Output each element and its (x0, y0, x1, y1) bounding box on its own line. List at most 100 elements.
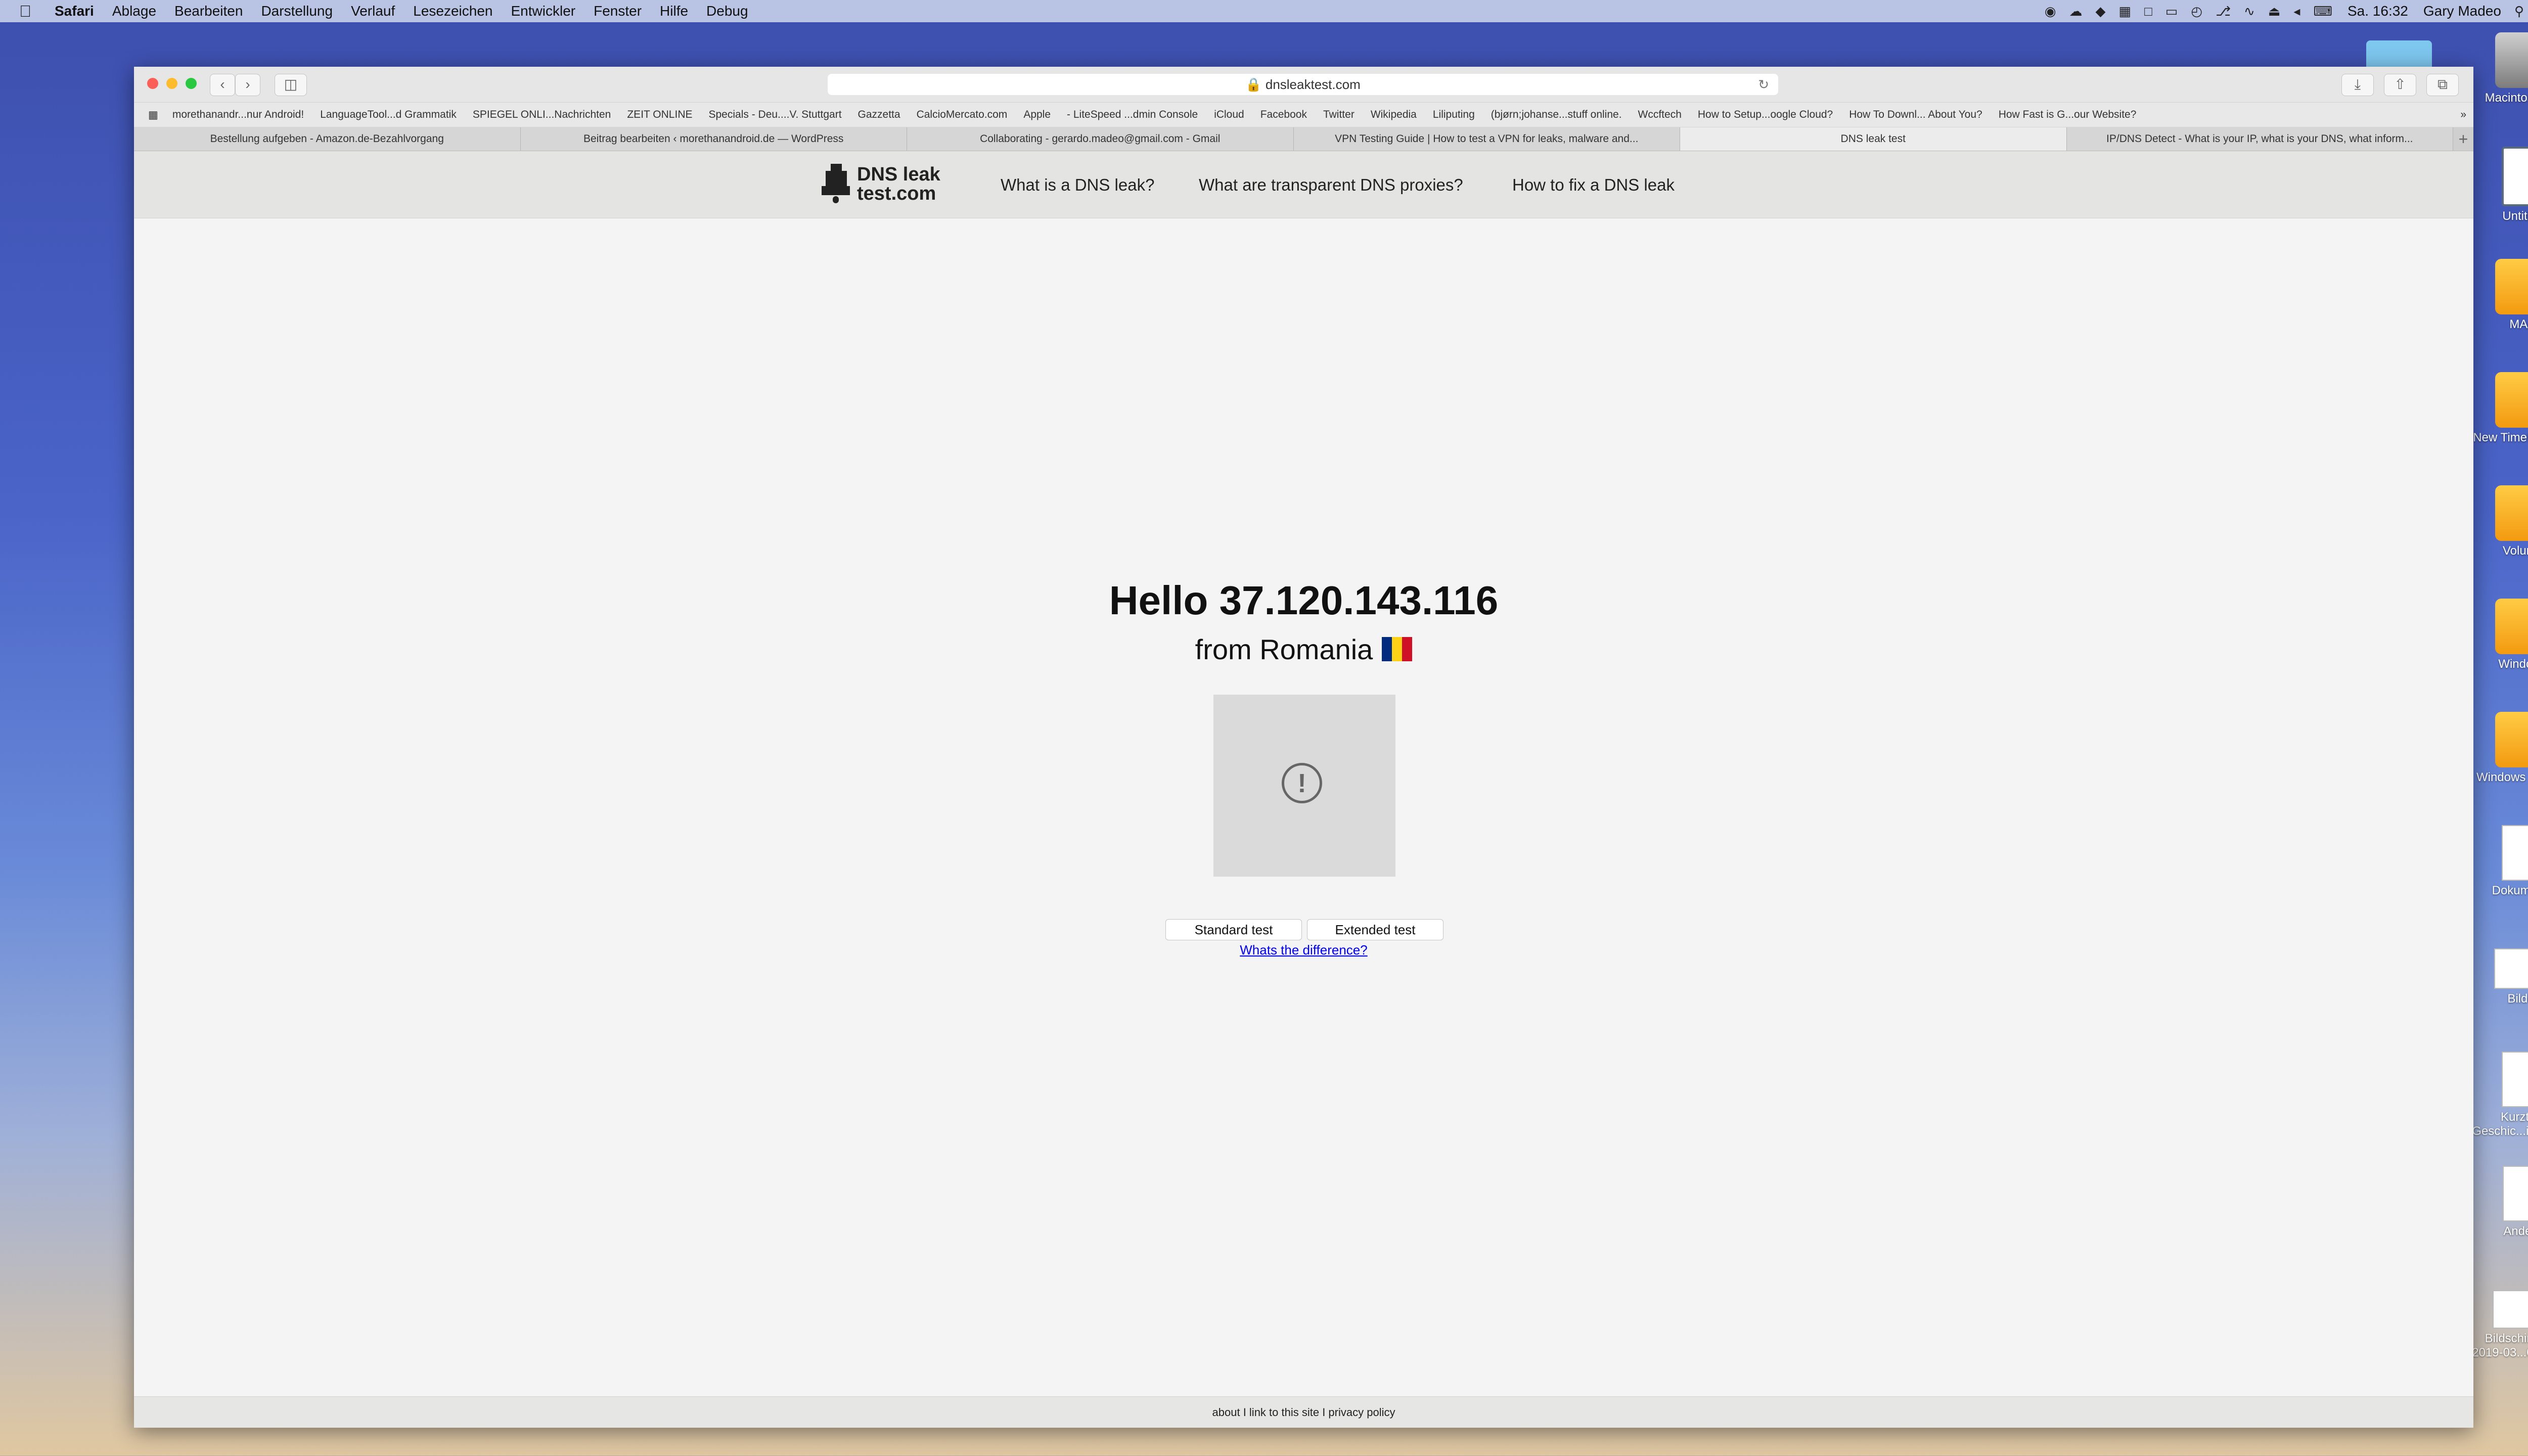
tab-amazon[interactable]: Bestellung aufgeben - Amazon.de-Bezahlvo… (134, 127, 521, 151)
folder-icon[interactable] (2366, 40, 2432, 71)
page-content: Hello 37.120.143.116 from Romania ! Stan… (134, 218, 2473, 1396)
difference-link-text[interactable]: Whats the difference? (1240, 942, 1367, 958)
reload-icon[interactable]: ↻ (1758, 74, 1769, 95)
bookmark-item[interactable]: morethanandr...nur Android! (172, 109, 304, 121)
tab-dns-leak-test[interactable]: DNS leak test (1680, 127, 2067, 151)
bookmark-item[interactable]: Facebook (1260, 109, 1307, 121)
forward-button[interactable]: › (235, 74, 260, 96)
tab-vpn-guide[interactable]: VPN Testing Guide | How to test a VPN fo… (1293, 127, 1680, 151)
desktop-icon-kurztest-pdf[interactable]: Kurztest Geschic...ion B.pdf (2467, 1052, 2528, 1139)
menu-bearbeiten[interactable]: Bearbeiten (174, 3, 243, 19)
pdf-file-icon (2502, 1052, 2528, 1107)
address-bar[interactable]: 🔒 dnsleaktest.com ↻ (828, 74, 1778, 95)
menu-ablage[interactable]: Ablage (112, 3, 156, 19)
menu-user[interactable]: Gary Madeo (2423, 3, 2501, 19)
bookmark-item[interactable]: How To Downl... About You? (1849, 109, 1982, 121)
bookmark-item[interactable]: Twitter (1323, 109, 1355, 121)
dropbox-icon[interactable]: ◆ (2096, 4, 2106, 19)
spotlight-icon[interactable]: ⚲ (2514, 4, 2524, 19)
desktop-icon-label: Bilder (2507, 992, 2528, 1006)
bookmark-item[interactable]: How to Setup...oogle Cloud? (1698, 109, 1833, 121)
logo-text-line2: test.com (857, 183, 936, 204)
menu-verlauf[interactable]: Verlauf (351, 3, 395, 19)
back-button[interactable]: ‹ (210, 74, 235, 96)
menu-fenster[interactable]: Fenster (594, 3, 642, 19)
menu-app-safari[interactable]: Safari (55, 3, 94, 19)
display-icon[interactable]: ▭ (2165, 4, 2178, 19)
desktop-icon-windows[interactable]: Windows (2467, 599, 2528, 671)
desktop-icon-volume[interactable]: Volume (2467, 485, 2528, 558)
external-drive-icon (2495, 599, 2528, 654)
desktop-icon-windows-backup[interactable]: Windows Backup (2467, 712, 2528, 785)
bookmark-item[interactable]: Specials - Deu....V. Stuttgart (709, 109, 842, 121)
desktop-icon-label: Dokumente (2492, 884, 2528, 897)
minimize-window-button[interactable] (166, 78, 177, 89)
downloads-button[interactable]: ⤓ (2341, 74, 2374, 96)
desktop-icon-untitled[interactable]: Untitled (2467, 147, 2528, 223)
menu-debug[interactable]: Debug (706, 3, 748, 19)
tab-ip-dns-detect[interactable]: IP/DNS Detect - What is your IP, what is… (2066, 127, 2453, 151)
bookmark-item[interactable]: SPIEGEL ONLI...Nachrichten (473, 109, 611, 121)
chevron-double-right-icon[interactable]: » (2460, 109, 2466, 121)
wifi-icon[interactable]: ∿ (2244, 4, 2255, 19)
bookmark-item[interactable]: Liliputing (1433, 109, 1475, 121)
eject-icon[interactable]: ⏏ (2268, 4, 2281, 19)
tab-wordpress[interactable]: Beitrag bearbeiten ‹ morethanandroid.de … (520, 127, 907, 151)
bookmark-item[interactable]: Apple (1023, 109, 1051, 121)
tab-gmail[interactable]: Collaborating - gerardo.madeo@gmail.com … (907, 127, 1294, 151)
zoom-window-button[interactable] (186, 78, 197, 89)
new-tab-button[interactable]: + (2453, 127, 2473, 151)
bookmark-item[interactable]: (bjørn;johanse...stuff online. (1491, 109, 1622, 121)
share-button[interactable]: ⇧ (2384, 74, 2416, 96)
bookmark-item[interactable]: ZEIT ONLINE (627, 109, 692, 121)
desktop-icon-dokumente[interactable]: Dokumente (2467, 825, 2528, 898)
close-window-button[interactable] (147, 78, 158, 89)
difference-link[interactable]: Whats the difference? (134, 942, 2473, 958)
alert-icon: ! (1282, 763, 1322, 803)
desktop-icon-label: Volume (2502, 544, 2528, 558)
menu-lesezeichen[interactable]: Lesezeichen (413, 3, 492, 19)
romania-flag-icon (1382, 635, 1413, 661)
desktop-icon-mac[interactable]: MAC (2467, 259, 2528, 332)
tab-overview-button[interactable]: ⧉ (2426, 74, 2459, 96)
apple-menu-icon[interactable]:  (19, 2, 39, 21)
bookmark-item[interactable]: Wccftech (1638, 109, 1682, 121)
menu-hilfe[interactable]: Hilfe (660, 3, 688, 19)
standard-test-button[interactable]: Standard test (1165, 919, 1302, 940)
page-footer: about I link to this site I privacy poli… (134, 1396, 2473, 1428)
desktop-icon-bilder[interactable]: Bilder (2467, 948, 2528, 1006)
extended-test-button[interactable]: Extended test (1307, 919, 1443, 940)
bookmark-item[interactable]: Gazzetta (858, 109, 900, 121)
bookmark-item[interactable]: CalcioMercato.com (917, 109, 1008, 121)
keyboard-icon[interactable]: ⌨ (2313, 4, 2332, 19)
grid-icon[interactable]: ▦ (148, 109, 158, 121)
menu-status-area: ◉ ☁ ◆ ▦ □ ▭ ◴ ⎇ ∿ ⏏ ◂ ⌨ Sa. 16:32 Gary M… (2032, 0, 2528, 22)
app-status-icon[interactable]: ◉ (2045, 4, 2056, 19)
site-logo[interactable]: DNS leak test.com (822, 162, 940, 206)
desktop-icon-andere[interactable]: Andere (2467, 1166, 2528, 1239)
nav-transparent-dns-proxies[interactable]: What are transparent DNS proxies? (1199, 175, 1463, 195)
bookmark-item[interactable]: LanguageTool...d Grammatik (320, 109, 457, 121)
volume-icon[interactable]: ◂ (2293, 4, 2300, 19)
menu-clock[interactable]: Sa. 16:32 (2348, 3, 2408, 19)
desktop-icon-bildschirmfoto[interactable]: Bildschirmfoto 2019-03...08.55.01 (2467, 1290, 2528, 1360)
nav-what-is-dns-leak[interactable]: What is a DNS leak? (1001, 175, 1154, 195)
grid-icon[interactable]: ▦ (2119, 4, 2132, 19)
bookmark-item[interactable]: How Fast is G...our Website? (1999, 109, 2137, 121)
bookmark-item[interactable]: Wikipedia (1371, 109, 1417, 121)
location-line: from Romania (134, 633, 2473, 666)
nav-fix-dns-leak[interactable]: How to fix a DNS leak (1512, 175, 1675, 195)
desktop-icon-label: Windows Backup (2476, 770, 2528, 784)
external-drive-icon (2495, 485, 2528, 541)
menu-entwickler[interactable]: Entwickler (511, 3, 576, 19)
menu-darstellung[interactable]: Darstellung (261, 3, 333, 19)
cloud-status-icon[interactable]: ☁ (2069, 4, 2083, 19)
window-icon[interactable]: □ (2144, 4, 2152, 19)
bookmark-item[interactable]: iCloud (1214, 109, 1244, 121)
sidebar-button[interactable]: ◫ (275, 74, 307, 96)
bookmark-item[interactable]: - LiteSpeed ...dmin Console (1067, 109, 1198, 121)
desktop-icon-new-timemachine[interactable]: New TimeMachine (2467, 372, 2528, 445)
bluetooth-icon[interactable]: ⎇ (2216, 4, 2231, 19)
time-machine-icon[interactable]: ◴ (2191, 4, 2202, 19)
desktop-icon-macintosh-hd[interactable]: Macintosh HD (2467, 32, 2528, 105)
